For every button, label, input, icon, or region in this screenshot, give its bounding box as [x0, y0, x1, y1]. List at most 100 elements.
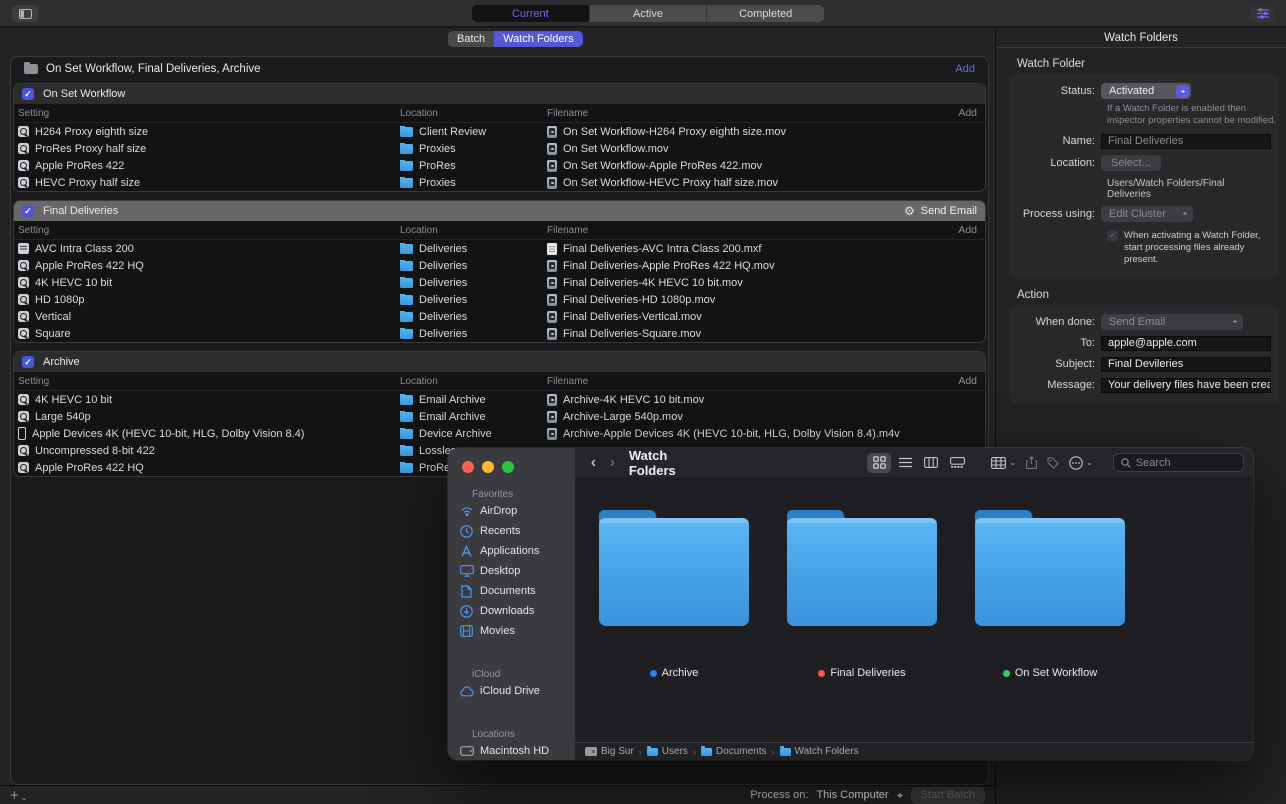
device-icon	[18, 427, 26, 440]
message-label: Message:	[1015, 379, 1095, 391]
table-row[interactable]: Apple Devices 4K (HEVC 10-bit, HLG, Dolb…	[14, 425, 985, 442]
applications-icon	[459, 544, 474, 559]
folder-on-set-workflow[interactable]	[975, 510, 1125, 626]
process-on-popup[interactable]: This Computer	[816, 789, 888, 801]
add-watch-folder-button[interactable]: Add	[955, 63, 975, 75]
search-input[interactable]: Search	[1113, 453, 1244, 472]
table-row[interactable]: 4K HEVC 10 bitDeliveriesFinal Deliveries…	[14, 274, 985, 291]
location-name: Deliveries	[419, 311, 467, 323]
when-done-popup[interactable]: Send Email	[1101, 314, 1243, 330]
process-on-label: Process on:	[750, 789, 808, 801]
forward-button[interactable]: ›	[603, 454, 622, 472]
sidebar-toggle-button[interactable]	[12, 5, 38, 22]
group-title: On Set Workflow	[43, 88, 125, 100]
table-row[interactable]: Large 540pEmail ArchiveArchive-Large 540…	[14, 408, 985, 425]
filename-text: Final Deliveries-HD 1080p.mov	[563, 294, 715, 306]
folder-body	[787, 518, 937, 626]
gallery-view-button[interactable]	[945, 453, 969, 473]
table-row[interactable]: AVC Intra Class 200DeliveriesFinal Deliv…	[14, 240, 985, 257]
sidebar-item-applications[interactable]: Applications	[448, 541, 575, 561]
zoom-icon[interactable]	[502, 461, 514, 473]
group-header[interactable]: ✓Archive	[14, 352, 985, 372]
tab-completed[interactable]: Completed	[707, 5, 824, 22]
path-item-watch-folders[interactable]: Watch Folders	[780, 746, 859, 757]
location-name: Deliveries	[419, 243, 467, 255]
sidebar-section-label: Favorites	[472, 489, 575, 500]
folder-label-on-set-workflow[interactable]: On Set Workflow	[974, 667, 1126, 679]
table-row[interactable]: HD 1080pDeliveriesFinal Deliveries-HD 10…	[14, 291, 985, 308]
folder-label-final-deliveries[interactable]: Final Deliveries	[786, 667, 938, 679]
tags-button[interactable]	[1047, 457, 1059, 469]
icon-view-button[interactable]	[867, 453, 891, 473]
sidebar-item-recents[interactable]: Recents	[448, 521, 575, 541]
table-row[interactable]: Apple ProRes 422ProResOn Set Workflow-Ap…	[14, 157, 985, 174]
minimize-icon[interactable]	[482, 461, 494, 473]
filename-cell: Final Deliveries-HD 1080p.mov	[547, 294, 985, 306]
add-setting-button[interactable]: Add	[958, 107, 977, 119]
process-using-popup[interactable]: Edit Cluster	[1101, 206, 1193, 222]
folder-final-deliveries[interactable]	[787, 510, 937, 626]
table-row[interactable]: 4K HEVC 10 bitEmail ArchiveArchive-4K HE…	[14, 391, 985, 408]
add-batch-button[interactable]: + ⌄	[10, 788, 27, 803]
table-row[interactable]: Apple ProRes 422 HQDeliveriesFinal Deliv…	[14, 257, 985, 274]
sidebar-item-downloads[interactable]: Downloads	[448, 601, 575, 621]
name-field[interactable]: Final Deliveries	[1101, 134, 1271, 149]
group-header[interactable]: ✓ On Set Workflow	[14, 84, 985, 104]
setting-name: AVC Intra Class 200	[35, 243, 134, 255]
stepper-arrows-icon[interactable]	[897, 790, 903, 801]
status-popup[interactable]: Activated	[1101, 83, 1191, 99]
close-icon[interactable]	[462, 461, 474, 473]
sidebar-item-desktop[interactable]: Desktop	[448, 561, 575, 581]
group-checkbox[interactable]: ✓	[22, 205, 34, 217]
table-row[interactable]: HEVC Proxy half sizeProxiesOn Set Workfl…	[14, 174, 985, 191]
column-view-button[interactable]	[919, 453, 943, 473]
table-row[interactable]: VerticalDeliveriesFinal Deliveries-Verti…	[14, 308, 985, 325]
sidebar-item-documents[interactable]: Documents	[448, 581, 575, 601]
list-view-button[interactable]	[893, 453, 917, 473]
batch-group-header[interactable]: On Set Workflow, Final Deliveries, Archi…	[11, 57, 988, 81]
to-field[interactable]: apple@apple.com	[1101, 336, 1271, 351]
gear-icon: ⚙	[904, 205, 915, 217]
sidebar-item-icloud-drive[interactable]: iCloud Drive	[448, 681, 575, 701]
more-actions-button[interactable]: ⌄	[1069, 456, 1093, 470]
folder-label-archive[interactable]: Archive	[598, 667, 750, 679]
location-cell: Deliveries	[400, 294, 547, 306]
filename-cell: Final Deliveries-Apple ProRes 422 HQ.mov	[547, 260, 985, 272]
path-item-big-sur[interactable]: Big Sur	[585, 746, 634, 757]
mode-batch[interactable]: Batch	[448, 31, 494, 47]
sidebar-item-macintosh-hd[interactable]: Macintosh HD	[448, 741, 575, 760]
sidebar-item-airdrop[interactable]: AirDrop	[448, 501, 575, 521]
path-item-users[interactable]: Users	[647, 746, 688, 757]
start-processing-checkbox[interactable]: ✓	[1107, 230, 1118, 241]
message-field[interactable]: Your delivery files have been created	[1101, 378, 1271, 393]
finder-sidebar: FavoritesAirDropRecentsApplicationsDeskt…	[448, 448, 575, 760]
group-action-button[interactable]: ⚙Send Email	[904, 205, 977, 217]
add-setting-button[interactable]: Add	[958, 375, 977, 387]
start-batch-button[interactable]: Start Batch	[911, 787, 985, 804]
group-checkbox[interactable]: ✓	[22, 88, 34, 100]
sidebar-item-movies[interactable]: Movies	[448, 621, 575, 641]
location-select-button[interactable]: Select...	[1101, 155, 1161, 171]
table-row[interactable]: ProRes Proxy half sizeProxiesOn Set Work…	[14, 140, 985, 157]
location-name: Client Review	[419, 126, 486, 138]
downloads-icon	[459, 604, 474, 619]
back-button[interactable]: ‹	[584, 454, 603, 472]
setting-cell: Large 540p	[14, 411, 400, 423]
tab-active[interactable]: Active	[590, 5, 708, 22]
watch-folder-group-final-deliveries: ✓Final Deliveries⚙Send EmailSettingLocat…	[13, 200, 986, 343]
group-header[interactable]: ✓Final Deliveries⚙Send Email	[14, 201, 985, 221]
share-button[interactable]	[1026, 456, 1037, 469]
subject-field[interactable]: Final Devileries	[1101, 357, 1271, 372]
table-row[interactable]: H264 Proxy eighth sizeClient ReviewOn Se…	[14, 123, 985, 140]
group-by-button[interactable]: ⌄	[991, 457, 1016, 469]
file-icon	[547, 260, 557, 272]
folder-archive[interactable]	[599, 510, 749, 626]
add-setting-button[interactable]: Add	[958, 224, 977, 236]
mode-watch-folders[interactable]: Watch Folders	[494, 31, 583, 47]
group-checkbox[interactable]: ✓	[22, 356, 34, 368]
inspector-toggle-button[interactable]	[1250, 5, 1275, 22]
table-row[interactable]: SquareDeliveriesFinal Deliveries-Square.…	[14, 325, 985, 342]
tab-current[interactable]: Current	[472, 5, 590, 22]
view-buttons	[867, 453, 969, 473]
path-item-documents[interactable]: Documents	[701, 746, 767, 757]
